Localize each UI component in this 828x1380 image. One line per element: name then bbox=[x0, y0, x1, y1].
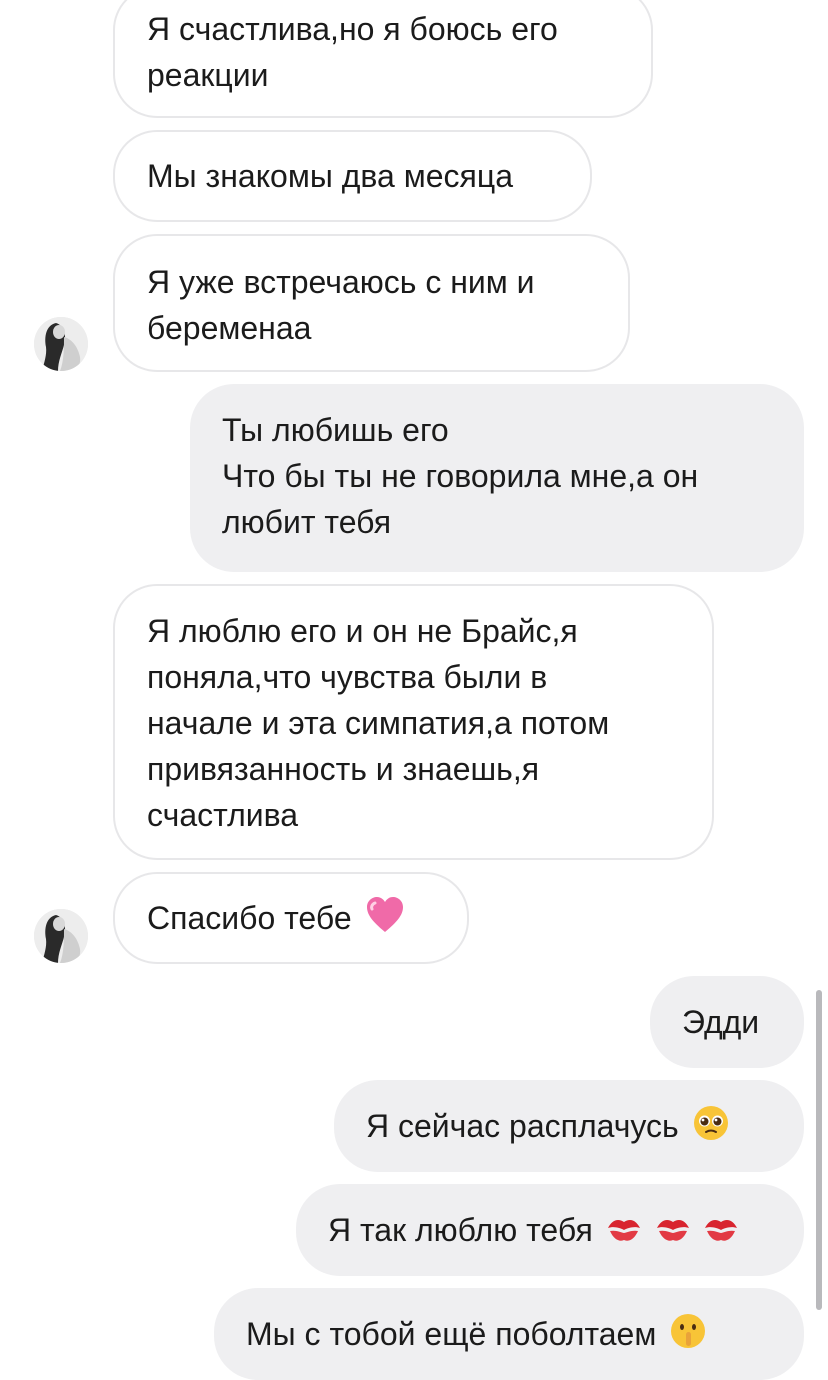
kiss-mark-icon bbox=[703, 1210, 739, 1256]
message-text-line: любит тебя bbox=[222, 504, 392, 540]
pink-heart-icon bbox=[365, 896, 405, 946]
message-text-line: Спасибо тебе bbox=[147, 900, 352, 936]
message-text-line: реакции bbox=[147, 57, 269, 93]
message-text-line: Я люблю его и он не Брайс,я bbox=[147, 613, 578, 649]
message-bubble-outgoing[interactable]: Ты любишь его Что бы ты не говорила мне,… bbox=[190, 384, 804, 572]
message-bubble-outgoing[interactable]: Я так люблю тебя bbox=[296, 1184, 804, 1276]
pleading-face-icon bbox=[692, 1104, 730, 1154]
message-text-line: Мы знакомы два месяца bbox=[147, 158, 513, 194]
sender-avatar[interactable] bbox=[34, 909, 88, 963]
message-text-line: Ты любишь его bbox=[222, 412, 449, 448]
message-text-line: Я так люблю тебя bbox=[328, 1212, 593, 1248]
message-text-line: Я сейчас расплачусь bbox=[366, 1108, 679, 1144]
message-text-line: Я уже встречаюсь с ним и bbox=[147, 264, 535, 300]
kiss-mark-icon bbox=[655, 1210, 691, 1256]
shushing-face-icon bbox=[669, 1312, 707, 1362]
message-bubble-incoming[interactable]: Я люблю его и он не Брайс,я поняла,что ч… bbox=[113, 584, 714, 860]
message-bubble-outgoing[interactable]: Эдди bbox=[650, 976, 804, 1068]
kiss-mark-icon bbox=[606, 1210, 642, 1256]
message-bubble-incoming[interactable]: Я счастлива,но я боюсь его реакции bbox=[113, 0, 653, 118]
message-text-line: начале и эта симпатия,а потом bbox=[147, 705, 610, 741]
message-text-line: Мы с тобой ещё поболтаем bbox=[246, 1316, 657, 1352]
message-text-line: Что бы ты не говорила мне,а он bbox=[222, 458, 699, 494]
message-text-line: беременаа bbox=[147, 310, 312, 346]
message-thread[interactable]: Я счастлива,но я боюсь его реакции Мы зн… bbox=[0, 0, 828, 1380]
message-bubble-outgoing[interactable]: Мы с тобой ещё поболтаем bbox=[214, 1288, 804, 1380]
message-bubble-incoming[interactable]: Я уже встречаюсь с ним и беременаа bbox=[113, 234, 630, 372]
avatar-photo-icon bbox=[34, 317, 88, 371]
message-text-line: счастлива bbox=[147, 797, 299, 833]
message-bubble-outgoing[interactable]: Я сейчас расплачусь bbox=[334, 1080, 804, 1172]
message-text-line: привязанность и знаешь,я bbox=[147, 751, 540, 787]
scrollbar[interactable] bbox=[816, 990, 822, 1310]
message-text-line: поняла,что чувства были в bbox=[147, 659, 548, 695]
sender-avatar[interactable] bbox=[34, 317, 88, 371]
message-text-line: Я счастлива,но я боюсь его bbox=[147, 11, 558, 47]
message-bubble-incoming[interactable]: Спасибо тебе bbox=[113, 872, 469, 964]
message-bubble-incoming[interactable]: Мы знакомы два месяца bbox=[113, 130, 592, 222]
message-text-line: Эдди bbox=[682, 1004, 760, 1040]
avatar-photo-icon bbox=[34, 909, 88, 963]
